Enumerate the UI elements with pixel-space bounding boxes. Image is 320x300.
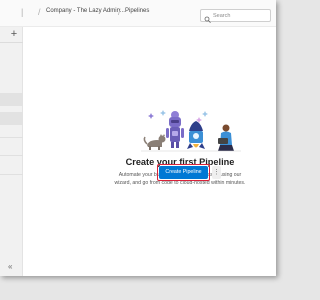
create-pipeline-button[interactable]: Create Pipeline (159, 166, 208, 179)
sidebar-divider (0, 155, 23, 156)
sidebar-divider (0, 174, 23, 175)
sidebar: + « (0, 27, 23, 276)
breadcrumb-organization[interactable]: Company - The Lazy Admin... (46, 8, 125, 14)
app-window: | / Company - The Lazy Admin... / Pipeli… (0, 0, 276, 276)
top-navigation-bar: | / Company - The Lazy Admin... / Pipeli… (0, 0, 276, 27)
more-options-button[interactable]: ⋮ (212, 166, 221, 179)
breadcrumb-pipelines[interactable]: Pipelines (125, 8, 149, 14)
sidebar-item[interactable] (0, 93, 23, 106)
sidebar-divider (0, 137, 23, 138)
search-box[interactable] (200, 9, 271, 24)
breadcrumb-separator: / (118, 7, 121, 17)
breadcrumb-separator: / (38, 7, 41, 17)
sidebar-divider (0, 42, 23, 43)
breadcrumb-separator: | (21, 7, 24, 17)
search-icon (204, 11, 211, 29)
search-input[interactable] (213, 11, 268, 21)
collapse-sidebar-button[interactable]: « (8, 262, 12, 271)
add-project-button[interactable]: + (8, 28, 20, 40)
sidebar-item-selected[interactable] (0, 112, 23, 125)
pipeline-illustration (141, 109, 241, 159)
